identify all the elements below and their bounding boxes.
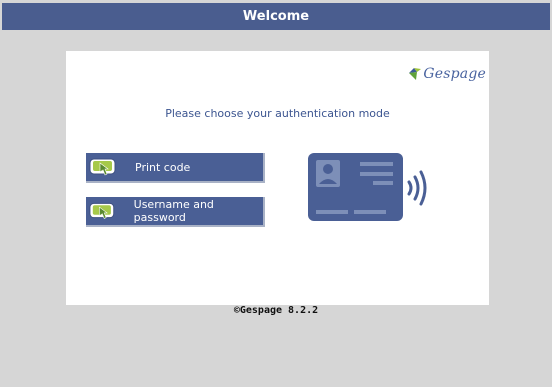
title-bar: Welcome	[2, 3, 550, 30]
logo-text: Gespage	[423, 66, 486, 82]
username-password-button[interactable]: Username and password	[86, 197, 265, 227]
username-password-label: Username and password	[133, 198, 214, 224]
hand-touch-icon	[89, 158, 116, 176]
print-code-button[interactable]: Print code	[86, 153, 265, 183]
hand-touch-icon	[89, 202, 115, 220]
gespage-logo-icon	[409, 68, 422, 80]
window-title: Welcome	[242, 9, 310, 24]
auth-mode-prompt: Please choose your authentication mode	[165, 107, 390, 120]
gespage-logo: Gespage	[408, 63, 486, 85]
auth-panel: Gespage Please choose your authenticatio…	[66, 51, 489, 305]
footer-version: ©Gespage 8.2.2	[233, 305, 319, 316]
contactless-card-icon	[308, 153, 427, 221]
print-code-label: Print code	[135, 160, 191, 174]
